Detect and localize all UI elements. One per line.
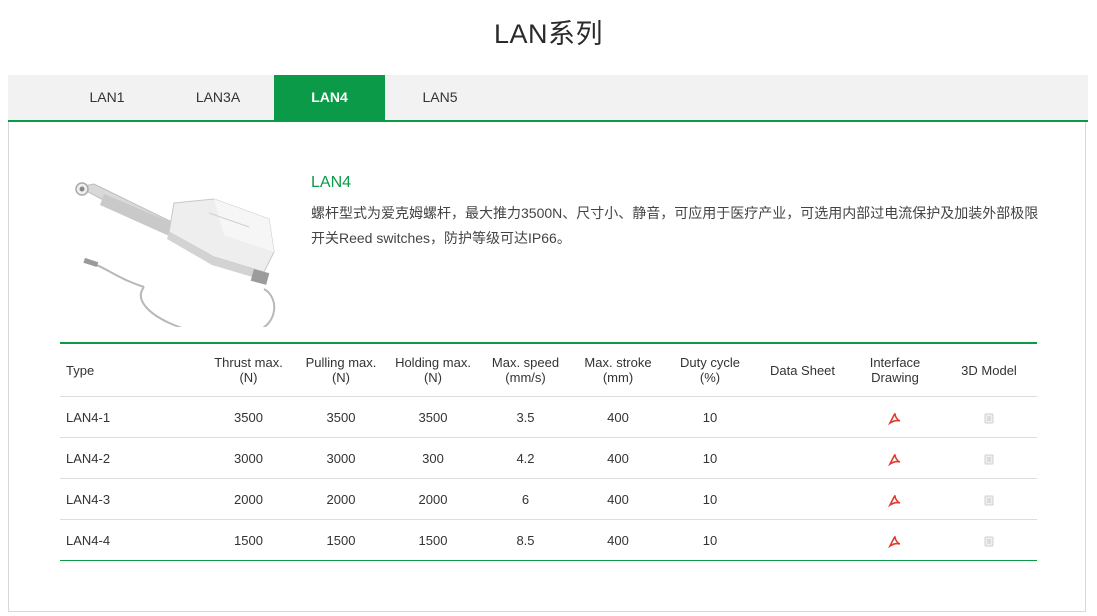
pdf-icon[interactable] [888,452,902,466]
cell-datasheet [756,437,849,479]
3d-model-icon[interactable] [982,493,996,507]
cell-stroke: 400 [572,437,664,479]
pdf-icon[interactable] [888,493,902,507]
3d-model-icon[interactable] [982,534,996,548]
tab-lan3a[interactable]: LAN3A [163,75,273,120]
product-panel: LAN4 螺杆型式为爱克姆螺杆，最大推力3500N、尺寸小、静音，可应用于医疗产… [8,122,1086,612]
cell-thrust: 1500 [234,532,263,548]
pdf-icon[interactable] [888,411,902,425]
cell-stroke: 400 [572,478,664,520]
cell-datasheet [756,478,849,520]
spec-table: Type Thrust max. (N) Pulling max. (N) Hold… [60,342,1037,561]
table-row: LAN4-4 1500 1500 1500 8.5 400 10 [60,520,1037,561]
col-stroke: Max. stroke (mm) [572,343,664,397]
cell-model [941,396,1037,438]
cell-model [941,437,1037,479]
col-speed: Max. speed (mm/s) [479,343,572,397]
tab-bar: LAN1 LAN3A LAN4 LAN5 [8,75,1088,122]
cell-speed: 8.5 [516,532,535,548]
cell-thrust: 3000 [202,437,295,479]
cell-duty: 10 [702,532,718,548]
cell-speed: 4.2 [479,437,572,479]
cell-holding: 3500 [387,396,479,438]
col-interface: Interface Drawing [849,343,941,397]
tab-lan1[interactable]: LAN1 [52,75,162,120]
cell-interface [849,437,941,479]
cell-type: LAN4-3 [60,478,202,520]
cell-speed: 6 [479,478,572,520]
cell-duty: 10 [664,396,756,438]
table-row: LAN4-1 3500 3500 3500 3.5 400 10 [60,396,1037,438]
cell-holding: 1500 [418,532,448,548]
cell-pulling: 1500 [326,532,356,548]
table-row: LAN4-2 3000 3000 300 4.2 400 10 [60,437,1037,479]
cell-model [941,478,1037,520]
cell-interface [849,478,941,520]
cell-speed: 3.5 [479,396,572,438]
col-duty: Duty cycle (%) [664,343,756,397]
cell-datasheet [756,520,849,561]
3d-model-icon[interactable] [982,452,996,466]
3d-model-icon[interactable] [982,411,996,425]
tab-lan4[interactable]: LAN4 [274,75,385,120]
col-holding: Holding max. (N) [387,343,479,397]
col-type: Type [60,343,202,397]
product-description: 螺杆型式为爱克姆螺杆，最大推力3500N、尺寸小、静音，可应用于医疗产业，可选用… [311,205,1039,246]
cell-stroke: 400 [607,532,629,548]
cell-interface [849,520,941,561]
cell-type: LAN4-1 [60,396,202,438]
cell-holding: 2000 [387,478,479,520]
col-model: 3D Model [941,343,1037,397]
col-datasheet: Data Sheet [756,343,849,397]
col-thrust: Thrust max. (N) [202,343,295,397]
cell-duty: 10 [664,437,756,479]
cell-pulling: 3000 [295,437,387,479]
pdf-icon[interactable] [888,534,902,548]
col-pulling: Pulling max. (N) [295,343,387,397]
cell-pulling: 2000 [295,478,387,520]
cell-datasheet [756,396,849,438]
cell-thrust: 2000 [202,478,295,520]
page-title: LAN系列 [493,19,604,49]
cell-thrust: 3500 [202,396,295,438]
product-name: LAN4 [311,174,352,191]
table-header-row: Type Thrust max. (N) Pulling max. (N) Hold… [60,343,1037,397]
cell-type: LAN4-2 [60,437,202,479]
cell-stroke: 400 [572,396,664,438]
cell-pulling: 3500 [295,396,387,438]
tab-lan5[interactable]: LAN5 [385,75,495,120]
table-row: LAN4-3 2000 2000 2000 6 400 10 [60,478,1037,520]
linear-actuator-image [75,182,276,327]
cell-duty: 10 [664,478,756,520]
cell-type: LAN4-4 [66,532,111,548]
cell-interface [849,396,941,438]
cell-holding: 300 [387,437,479,479]
cell-model [941,520,1037,561]
